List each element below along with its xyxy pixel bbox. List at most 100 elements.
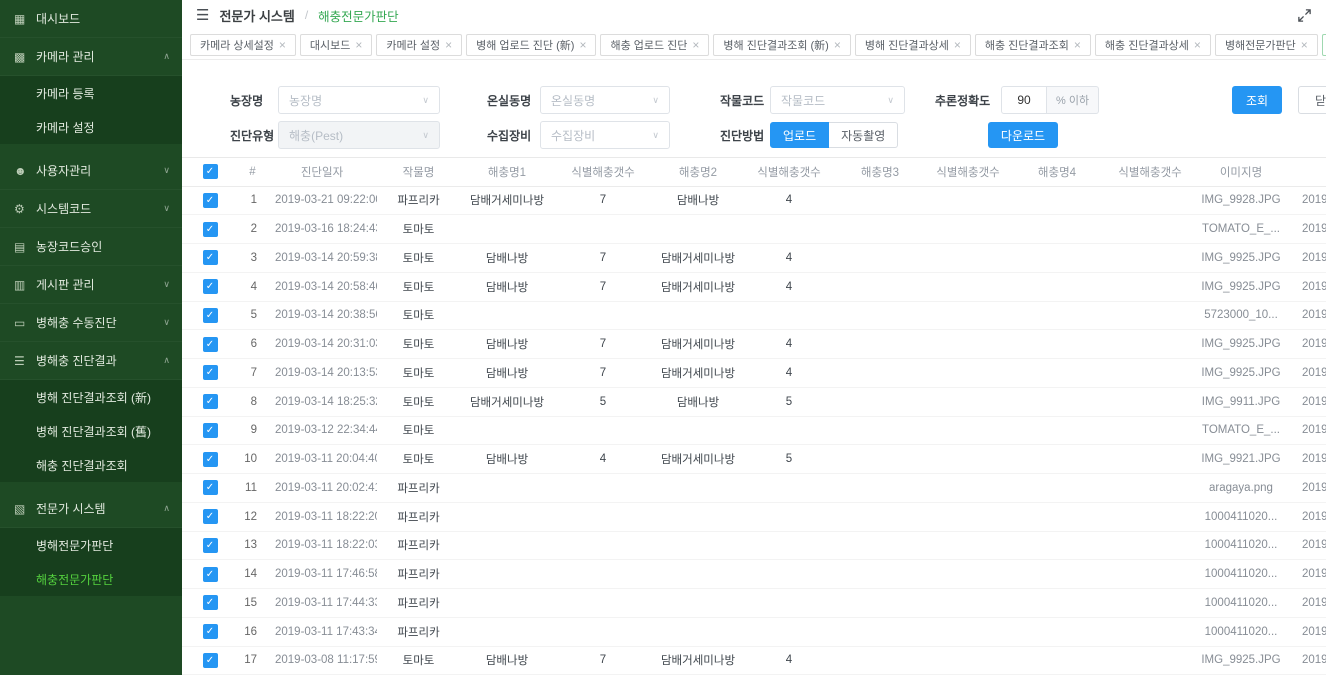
search-button[interactable]: 조회 [1232,86,1282,114]
row-checkbox[interactable] [203,337,218,352]
table-row[interactable]: 1 2019-03-21 09:22:00 파프리카 담배거세미나방 7 담배나… [182,186,1326,215]
sidebar-item[interactable]: ▦ 대시보드 [0,0,182,38]
equipment-select[interactable]: 수집장비 [540,121,670,149]
cell-count2: 4 [744,646,834,675]
row-checkbox[interactable] [203,509,218,524]
select-all-checkbox[interactable] [203,164,218,179]
tab[interactable]: 해충 진단결과상세 [1095,34,1211,56]
table-row[interactable]: 4 2019-03-14 20:58:46 토마토 담배나방 7 담배거세미나방… [182,272,1326,301]
table-row[interactable]: 2 2019-03-16 18:24:43 토마토 TOMATO_E_... 2… [182,215,1326,244]
method-auto-capture-button[interactable]: 자동촬영 [829,122,898,148]
row-checkbox[interactable] [203,595,218,610]
table-row[interactable]: 3 2019-03-14 20:59:38 토마토 담배나방 7 담배거세미나방… [182,244,1326,273]
tab-close-icon[interactable] [445,39,452,51]
sidebar-item[interactable]: ▤ 농장코드승인 [0,228,182,266]
table-row[interactable]: 13 2019-03-11 18:22:03 파프리카 1000411020..… [182,531,1326,560]
row-checkbox[interactable] [203,452,218,467]
sidebar-item[interactable]: ⚙ 시스템코드 ∨ [0,190,182,228]
download-button[interactable]: 다운로드 [988,122,1058,148]
table-row[interactable]: 15 2019-03-11 17:44:33 파프리카 1000411020..… [182,589,1326,618]
tab[interactable]: 대시보드 [300,34,373,56]
diagnosis-type-select[interactable]: 해충(Pest) [278,121,440,149]
table-row[interactable]: 10 2019-03-11 20:04:40 토마토 담배나방 4 담배거세미나… [182,445,1326,474]
crop-code-select[interactable]: 작물코드 [770,86,905,114]
table-row[interactable]: 16 2019-03-11 17:43:34 파프리카 1000411020..… [182,617,1326,646]
sidebar-item[interactable]: 카메라 설정 [0,110,182,144]
sidebar-item[interactable]: ▩ 카메라 관리 ∧ [0,38,182,76]
cell-date: 2019-03-16 18:24:43 [267,215,377,244]
tab[interactable]: 해충전문가판단 [1322,34,1326,56]
sidebar-item[interactable]: ☰ 병해충 진단결과 ∧ [0,342,182,380]
table-row[interactable]: 6 2019-03-14 20:31:03 토마토 담배나방 7 담배거세미나방… [182,330,1326,359]
tab-close-icon[interactable] [834,39,841,51]
tab-close-icon[interactable] [1074,39,1081,51]
tab[interactable]: 카메라 설정 [376,34,462,56]
table-row[interactable]: 17 2019-03-08 11:17:59 토마토 담배나방 7 담배거세미나… [182,646,1326,675]
method-upload-button[interactable]: 업로드 [770,122,829,148]
sidebar-item[interactable]: 해충전문가판단 [0,562,182,596]
sidebar-item[interactable]: ☻ 사용자관리 ∨ [0,152,182,190]
sidebar-item[interactable]: ▭ 병해충 수동진단 ∨ [0,304,182,342]
cell-count1 [554,215,652,244]
sidebar-item[interactable]: 카메라 등록 [0,76,182,110]
accuracy-input[interactable] [1001,86,1047,114]
tab-close-icon[interactable] [1194,39,1201,51]
tab[interactable]: 병해 진단결과상세 [855,34,971,56]
cell-pest4 [1010,215,1104,244]
cell-no: 3 [238,244,267,273]
table-row[interactable]: 7 2019-03-14 20:13:53 토마토 담배나방 7 담배거세미나방… [182,359,1326,388]
fullscreen-icon[interactable] [1297,8,1312,23]
sidebar-item[interactable]: ▥ 게시판 관리 ∨ [0,266,182,304]
tab-close-icon[interactable] [954,39,961,51]
tab-close-icon[interactable] [1301,39,1308,51]
close-button[interactable]: 닫기 [1298,86,1326,114]
camera-icon: ▩ [14,50,36,64]
row-checkbox[interactable] [203,653,218,668]
sidebar-item[interactable]: ▧ 전문가 시스템 ∧ [0,490,182,528]
row-checkbox[interactable] [203,250,218,265]
sidebar-item[interactable]: 병해 진단결과조회 (舊) [0,414,182,448]
tab-close-icon[interactable] [355,39,362,51]
row-checkbox[interactable] [203,538,218,553]
tab-bar: 카메라 상세설정 대시보드 카메라 설정 병해 업로드 진 [182,30,1326,60]
table-row[interactable]: 5 2019-03-14 20:38:56 토마토 5723000_10... … [182,301,1326,330]
cell-count1 [554,560,652,589]
cell-image-name: 1000411020... [1196,531,1286,560]
cell-count3 [926,416,1010,445]
table-row[interactable]: 14 2019-03-11 17:46:58 파프리카 1000411020..… [182,560,1326,589]
row-checkbox[interactable] [203,222,218,237]
tab[interactable]: 병해전문가판단 [1215,34,1318,56]
row-checkbox[interactable] [203,365,218,380]
row-checkbox[interactable] [203,480,218,495]
row-checkbox[interactable] [203,394,218,409]
table-row[interactable]: 12 2019-03-11 18:22:20 파프리카 1000411020..… [182,502,1326,531]
greenhouse-select[interactable]: 온실동명 [540,86,670,114]
tab-close-icon[interactable] [692,39,699,51]
sidebar-item[interactable]: 해충 진단결과조회 [0,448,182,482]
sidebar-item[interactable]: 병해전문가판단 [0,528,182,562]
tab[interactable]: 병해 업로드 진단 (新) [466,34,596,56]
tab-close-icon[interactable] [579,39,586,51]
row-checkbox[interactable] [203,567,218,582]
farm-name-select[interactable]: 농장명 [278,86,440,114]
tab[interactable]: 해충 진단결과조회 [975,34,1091,56]
cell-date: 2019-03-21 09:22:00 [267,186,377,215]
tab[interactable]: 카메라 상세설정 [190,34,296,56]
tab-close-icon[interactable] [279,39,286,51]
row-checkbox[interactable] [203,423,218,438]
cell-pest2: 담배거세미나방 [652,445,744,474]
sidebar-item[interactable]: 병해 진단결과조회 (新) [0,380,182,414]
tab[interactable]: 해충 업로드 진단 [600,34,709,56]
cell-pest4 [1010,186,1104,215]
row-checkbox[interactable] [203,279,218,294]
row-checkbox[interactable] [203,308,218,323]
table-row[interactable]: 9 2019-03-12 22:34:44 토마토 TOMATO_E_... 2… [182,416,1326,445]
row-checkbox[interactable] [203,193,218,208]
row-checkbox[interactable] [203,624,218,639]
table-row[interactable]: 8 2019-03-14 18:25:32 토마토 담배거세미나방 5 담배나방… [182,387,1326,416]
table-row[interactable]: 11 2019-03-11 20:02:41 파프리카 aragaya.png … [182,474,1326,503]
hamburger-menu-icon[interactable] [196,8,209,23]
cell-image-name: 5723000_10... [1196,301,1286,330]
tab[interactable]: 병해 진단결과조회 (新) [713,34,850,56]
cell-crop: 토마토 [377,387,460,416]
